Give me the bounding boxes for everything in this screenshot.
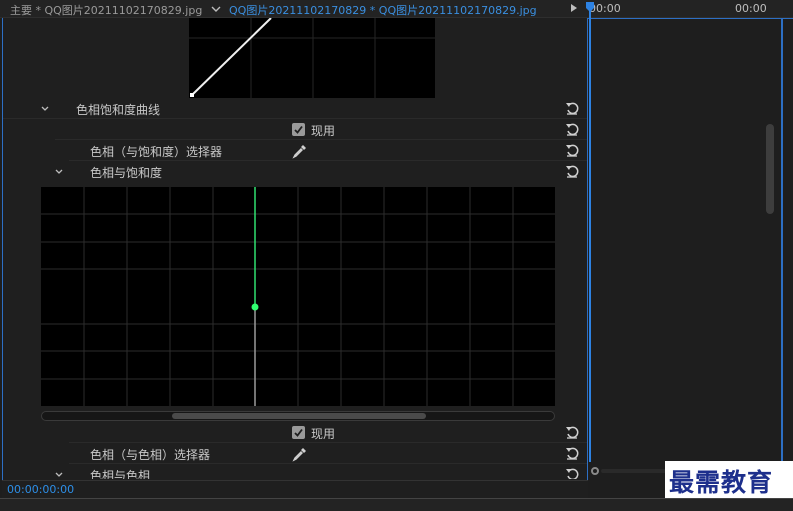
hue-vs-sat-graph[interactable] — [41, 187, 555, 406]
chevron-down-icon[interactable] — [54, 166, 64, 176]
curve-point[interactable] — [190, 93, 194, 97]
reset-icon[interactable] — [565, 101, 579, 115]
tab-bar: 主要 * QQ图片20211102170829.jpg QQ图片20211102… — [0, 0, 793, 18]
hue-vs-sat-selector-row: 色相（与饱和度）选择器 — [69, 140, 587, 161]
curve-control-point[interactable] — [251, 303, 259, 311]
tab-main[interactable]: 主要 * QQ图片20211102170829.jpg — [10, 2, 202, 18]
watermark-logo: 最需教育 — [665, 461, 793, 498]
playhead-line[interactable] — [589, 6, 591, 462]
bottom-panel-strip — [0, 498, 793, 511]
section-hue-sat-curves[interactable]: 色相饱和度曲线 — [3, 98, 587, 119]
timeline-vertical-scrollbar-thumb[interactable] — [766, 124, 774, 214]
eyedropper-icon[interactable] — [292, 446, 308, 462]
reset-icon[interactable] — [565, 164, 579, 178]
reset-icon[interactable] — [565, 122, 579, 136]
status-bar: 00:00:00:00 — [2, 480, 588, 498]
reset-icon[interactable] — [565, 143, 579, 157]
enable-label: 现用 — [311, 427, 336, 441]
tab-dropdown-chevron-icon[interactable] — [209, 2, 223, 16]
curve-line — [191, 18, 272, 96]
section-title: 色相饱和度曲线 — [76, 103, 161, 117]
effect-controls-panel: 色相饱和度曲线 现用 色相（与饱和度）选择器 色相与饱和度 现用 色相（与色相）… — [2, 18, 588, 498]
watermark-text: 最需教育 — [669, 468, 774, 497]
hue-vs-hue-selector-row: 色相（与色相）选择器 — [69, 443, 587, 464]
hue-vs-sat-subsection-title: 色相与饱和度 — [90, 166, 163, 180]
current-timecode[interactable]: 00:00:00:00 — [7, 483, 74, 496]
enable-row-2: 现用 — [69, 422, 587, 443]
timeline-time-end: 00:00 — [735, 2, 767, 15]
hue-vs-hue-subsection-title: 色相与色相 — [90, 469, 151, 479]
rgb-curve-graph[interactable] — [189, 18, 435, 98]
enable-row: 现用 — [55, 119, 587, 140]
hue-vs-hue-selector-label: 色相（与色相）选择器 — [90, 448, 211, 462]
chevron-down-icon[interactable] — [40, 103, 50, 113]
checkbox-checked-icon[interactable] — [292, 426, 305, 439]
play-icon[interactable] — [571, 4, 577, 12]
tab-active-sequence[interactable]: QQ图片20211102170829 * QQ图片20211102170829.… — [229, 2, 537, 18]
chevron-down-icon[interactable] — [54, 469, 64, 479]
graph-scrollbar-thumb[interactable] — [172, 413, 426, 419]
effect-controls-content: 色相饱和度曲线 现用 色相（与饱和度）选择器 色相与饱和度 现用 色相（与色相）… — [3, 18, 587, 479]
reset-icon[interactable] — [565, 467, 579, 479]
timeline-zoom-handle[interactable] — [591, 467, 599, 475]
hue-vs-sat-subsection[interactable]: 色相与饱和度 — [3, 161, 587, 182]
checkbox-checked-icon[interactable] — [292, 123, 305, 136]
reset-icon[interactable] — [565, 446, 579, 460]
timeline-vertical-scrollbar[interactable] — [765, 20, 777, 460]
grid — [41, 187, 555, 406]
hue-vs-hue-subsection[interactable]: 色相与色相 — [3, 464, 587, 479]
rgb-curve-svg — [189, 18, 435, 98]
reset-icon[interactable] — [565, 425, 579, 439]
enable-label: 现用 — [311, 124, 336, 138]
timeline-panel[interactable] — [588, 18, 793, 498]
eyedropper-icon[interactable] — [292, 143, 308, 159]
hue-vs-sat-selector-label: 色相（与饱和度）选择器 — [90, 145, 223, 159]
graph-horizontal-scrollbar[interactable] — [41, 411, 555, 421]
timeline-border — [781, 18, 783, 478]
hue-vs-sat-svg — [41, 187, 555, 406]
